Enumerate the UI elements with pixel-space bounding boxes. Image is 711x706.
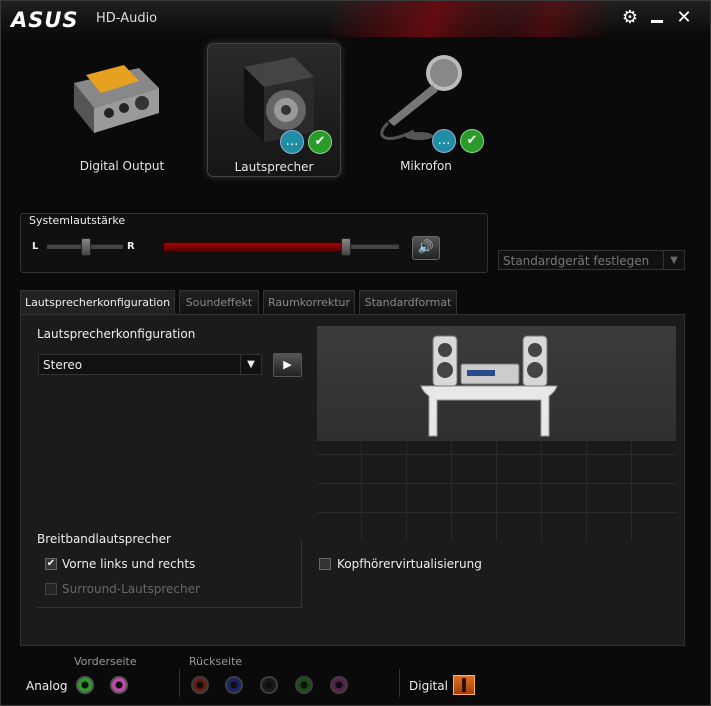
device-mikrofon[interactable]: … ✔ Mikrofon bbox=[360, 43, 492, 175]
set-default-device-dropdown[interactable]: Standardgerät festlegen ▼ bbox=[498, 250, 685, 270]
close-icon[interactable]: ✕ bbox=[673, 7, 695, 29]
right-label: R bbox=[127, 241, 135, 252]
back-jack-orange[interactable] bbox=[191, 676, 209, 694]
app-title: HD-Audio bbox=[96, 11, 158, 26]
check-icon: ✔ bbox=[308, 130, 332, 154]
device-label: Mikrofon bbox=[400, 159, 452, 173]
balance-slider-thumb[interactable] bbox=[81, 238, 91, 256]
digital-output-port-icon[interactable] bbox=[453, 675, 475, 695]
tab-sound-effect[interactable]: Soundeffekt bbox=[179, 290, 259, 314]
front-panel-label: Vorderseite bbox=[74, 655, 137, 668]
left-label: L bbox=[32, 241, 39, 252]
set-default-device-label: Standardgerät festlegen bbox=[503, 254, 650, 268]
headphone-virtualization-checkbox[interactable] bbox=[319, 558, 331, 570]
digital-label: Digital bbox=[409, 679, 448, 693]
tab-speaker-configuration[interactable]: Lautsprecherkonfiguration bbox=[20, 290, 175, 316]
stereo-setup-illustration bbox=[420, 335, 558, 437]
minimize-icon[interactable] bbox=[646, 7, 668, 29]
chevron-down-icon: ▼ bbox=[663, 251, 684, 269]
play-icon: ▶ bbox=[283, 358, 292, 371]
tab-default-format[interactable]: Standardformat bbox=[359, 290, 457, 314]
front-lr-checkbox[interactable]: ✔ bbox=[45, 558, 57, 570]
front-jack-green[interactable] bbox=[76, 676, 94, 694]
surround-checkbox[interactable] bbox=[45, 583, 57, 595]
back-jack-green[interactable] bbox=[295, 676, 313, 694]
device-lautsprecher[interactable]: … ✔ Lautsprecher bbox=[207, 43, 341, 177]
app-window: ASUS HD-Audio ⚙ ✕ Digital Output … ✔ Lau… bbox=[0, 0, 711, 706]
front-jack-pink[interactable] bbox=[110, 676, 128, 694]
back-panel-label: Rückseite bbox=[189, 655, 243, 668]
title-decoration bbox=[471, 1, 671, 37]
mute-button[interactable]: 🔊 bbox=[412, 236, 440, 260]
tab-room-correction[interactable]: Raumkorrektur bbox=[263, 290, 355, 314]
back-jack-black[interactable] bbox=[260, 676, 278, 694]
device-label: Digital Output bbox=[79, 159, 165, 173]
front-lr-label: Vorne links und rechts bbox=[62, 557, 196, 571]
back-jack-purple[interactable] bbox=[330, 676, 348, 694]
volume-slider-thumb[interactable] bbox=[341, 238, 351, 256]
speaker-config-value: Stereo bbox=[43, 358, 83, 372]
title-bar[interactable]: ASUS HD-Audio ⚙ ✕ bbox=[1, 1, 710, 37]
divider bbox=[179, 669, 180, 697]
headphone-virtualization-label: Kopfhörervirtualisierung bbox=[337, 557, 482, 571]
back-jack-blue[interactable] bbox=[225, 676, 243, 694]
speaker-device-icon bbox=[244, 57, 314, 142]
surround-label: Surround-Lautsprecher bbox=[62, 582, 200, 596]
speaker-config-select[interactable]: Stereo ▼ bbox=[38, 354, 262, 375]
volume-level-fill bbox=[163, 242, 343, 252]
check-icon: ✔ bbox=[460, 129, 484, 153]
divider bbox=[399, 669, 400, 697]
play-test-button[interactable]: ▶ bbox=[273, 353, 302, 377]
analog-label: Analog bbox=[26, 679, 68, 693]
fullrange-group bbox=[37, 540, 302, 608]
gear-icon[interactable]: ⚙ bbox=[619, 7, 641, 29]
device-label: Lautsprecher bbox=[234, 160, 314, 174]
microphone-icon bbox=[380, 55, 462, 140]
device-digital-output[interactable]: Digital Output bbox=[56, 43, 188, 175]
asus-logo: ASUS bbox=[11, 8, 79, 32]
speaker-icon: 🔊 bbox=[417, 240, 435, 255]
chevron-down-icon: ▼ bbox=[240, 355, 261, 374]
chat-icon: … bbox=[432, 129, 456, 153]
chat-icon: … bbox=[280, 130, 304, 154]
digital-output-icon bbox=[74, 65, 159, 133]
config-heading: Lautsprecherkonfiguration bbox=[37, 327, 196, 341]
speaker-preview bbox=[317, 326, 676, 541]
system-volume-title: Systemlautstärke bbox=[29, 214, 126, 227]
